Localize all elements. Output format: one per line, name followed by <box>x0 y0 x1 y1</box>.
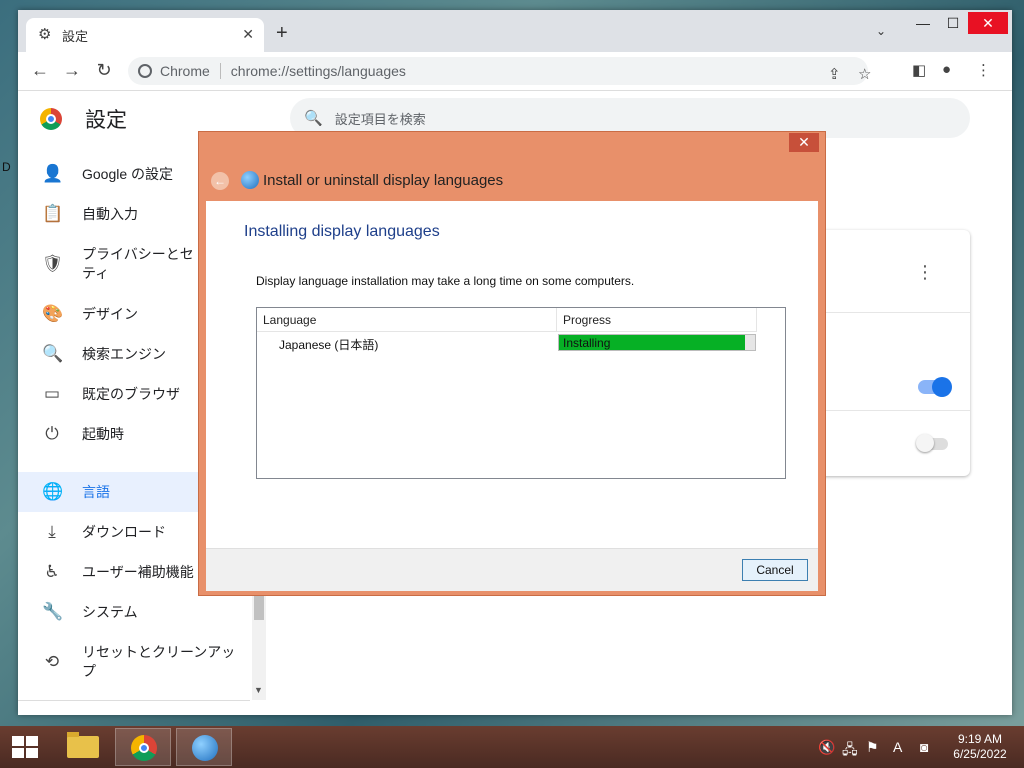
share-icon[interactable]: ⇪ <box>828 65 841 83</box>
language-globe-icon <box>192 735 218 761</box>
tab-title: 設定 <box>62 28 89 44</box>
site-info-icon[interactable] <box>138 64 152 78</box>
wrench-icon: 🔧 <box>42 602 64 621</box>
side-panel-icon[interactable]: ◧ <box>912 61 926 79</box>
dialog-footer: Cancel <box>206 548 818 591</box>
search-icon: 🔍 <box>42 344 64 363</box>
globe-icon: 🌐 <box>42 482 64 501</box>
menu-icon[interactable]: ⋮ <box>976 61 991 79</box>
sidebar-item-label: 言語 <box>82 484 110 500</box>
sidebar-item-label: リセットとクリーンアッ プ <box>82 644 236 679</box>
tab-strip: ⚙ 設定 ✕ + ⌄ — ☐ ✕ <box>18 10 1012 52</box>
install-progress-bar: Installing <box>558 334 756 351</box>
chrome-icon <box>131 735 157 761</box>
toolbar: ← → ↻ Chrome chrome://settings/languages… <box>18 52 1012 91</box>
action-center-flag-icon[interactable]: ⚑ <box>866 739 879 756</box>
sidebar-item-system[interactable]: 🔧 システム <box>18 592 250 632</box>
ime-indicator[interactable]: A <box>893 739 902 755</box>
toggle-off-switch[interactable] <box>916 434 948 452</box>
close-window-button[interactable]: ✕ <box>968 12 1008 34</box>
table-row-language: Japanese (日本語) <box>279 338 379 352</box>
sidebar-item-label: 既定のブラウザ <box>82 386 180 402</box>
tab-settings[interactable]: ⚙ 設定 ✕ <box>26 18 264 52</box>
browser-icon: ▭ <box>43 384 61 403</box>
palette-icon: 🎨 <box>42 304 64 323</box>
sidebar-item-label: ユーザー補助機能 <box>82 564 194 580</box>
profile-icon[interactable]: ● <box>942 61 951 78</box>
sidebar-item-label: デザイン <box>82 306 138 322</box>
chevron-down-icon[interactable]: ⌄ <box>876 24 886 38</box>
gear-icon: ⚙ <box>38 26 52 43</box>
ime-mode-icon[interactable]: ◙ <box>920 739 928 755</box>
language-settings-taskbar-button[interactable] <box>176 728 232 766</box>
url-text[interactable]: chrome://settings/languages <box>231 63 406 79</box>
search-placeholder: 設定項目を検索 <box>334 111 426 127</box>
shield-icon: 🛡 <box>42 254 64 273</box>
desktop-edge-text: D <box>2 160 11 174</box>
minimize-button[interactable]: — <box>908 12 938 34</box>
back-arrow-icon[interactable]: ← <box>211 172 229 190</box>
chrome-logo-icon <box>40 108 62 130</box>
column-header-progress[interactable]: Progress <box>557 308 757 332</box>
folder-icon <box>67 732 99 758</box>
sidebar-item-label: 起動時 <box>82 426 124 442</box>
page-title: 設定 <box>85 109 127 132</box>
site-label: Chrome <box>160 63 210 79</box>
system-clock[interactable]: 9:19 AM 6/25/2022 <box>940 732 1020 762</box>
dialog-heading: Installing display languages <box>244 223 440 240</box>
accessibility-icon: ♿ <box>44 562 60 581</box>
dialog-close-button[interactable]: ✕ <box>789 133 819 152</box>
address-bar[interactable]: Chrome chrome://settings/languages ⇪ ☆ <box>128 57 871 85</box>
clock-date: 6/25/2022 <box>953 747 1007 761</box>
clipboard-icon: 📋 <box>42 204 64 223</box>
dialog-description: Display language installation may take a… <box>256 274 635 288</box>
sidebar-item-label: システム <box>82 604 138 620</box>
more-options-icon[interactable]: ⋮ <box>916 262 934 283</box>
windows-start-icon[interactable] <box>12 736 38 758</box>
cancel-button[interactable]: Cancel <box>742 559 808 581</box>
history-icon: ⟲ <box>44 652 60 671</box>
progress-status: Installing <box>563 336 611 350</box>
back-button[interactable]: ← <box>28 60 52 81</box>
sidebar-item-label: Google の設定 <box>82 166 174 182</box>
file-explorer-taskbar-button[interactable] <box>55 728 111 766</box>
sidebar-item-label: 検索エンジン <box>82 346 166 362</box>
language-table: Language Progress Japanese (日本語) Install… <box>256 307 786 479</box>
reload-button[interactable]: ↻ <box>92 60 116 81</box>
dialog-body: Installing display languages Display lan… <box>206 201 818 548</box>
sidebar-divider <box>18 700 250 701</box>
sidebar-item-label: プライバシーとセ ティ <box>82 246 194 281</box>
chrome-taskbar-button[interactable] <box>115 728 171 766</box>
network-icon[interactable]: 🖧 <box>842 739 858 763</box>
volume-muted-icon[interactable]: 🔇 <box>818 739 835 756</box>
language-install-dialog: ✕ ← Install or uninstall display languag… <box>198 131 826 596</box>
scroll-down-icon[interactable]: ▼ <box>254 685 263 695</box>
omnibox-separator <box>219 63 221 79</box>
taskbar: 🔇 🖧 ⚑ A ◙ 9:19 AM 6/25/2022 <box>0 726 1024 768</box>
new-tab-button[interactable]: + <box>276 22 288 45</box>
star-icon[interactable]: ☆ <box>858 65 871 83</box>
toggle-on-switch[interactable] <box>918 377 952 397</box>
dialog-title: Install or uninstall display languages <box>263 172 504 189</box>
close-tab-icon[interactable]: ✕ <box>242 26 254 43</box>
download-icon: ⤓ <box>48 522 56 541</box>
power-icon: ⏻ <box>45 424 59 443</box>
sidebar-item-reset[interactable]: ⟲ リセットとクリーンアッ プ <box>18 642 250 682</box>
forward-button[interactable]: → <box>60 60 84 81</box>
sidebar-item-label: ダウンロード <box>82 524 166 540</box>
clock-time: 9:19 AM <box>957 732 1003 746</box>
sidebar-item-label: 自動入力 <box>82 206 138 222</box>
search-icon: 🔍 <box>304 110 323 127</box>
language-globe-icon <box>241 171 259 189</box>
maximize-button[interactable]: ☐ <box>938 12 968 34</box>
person-icon: 👤 <box>42 164 64 183</box>
column-header-language[interactable]: Language <box>257 308 557 332</box>
